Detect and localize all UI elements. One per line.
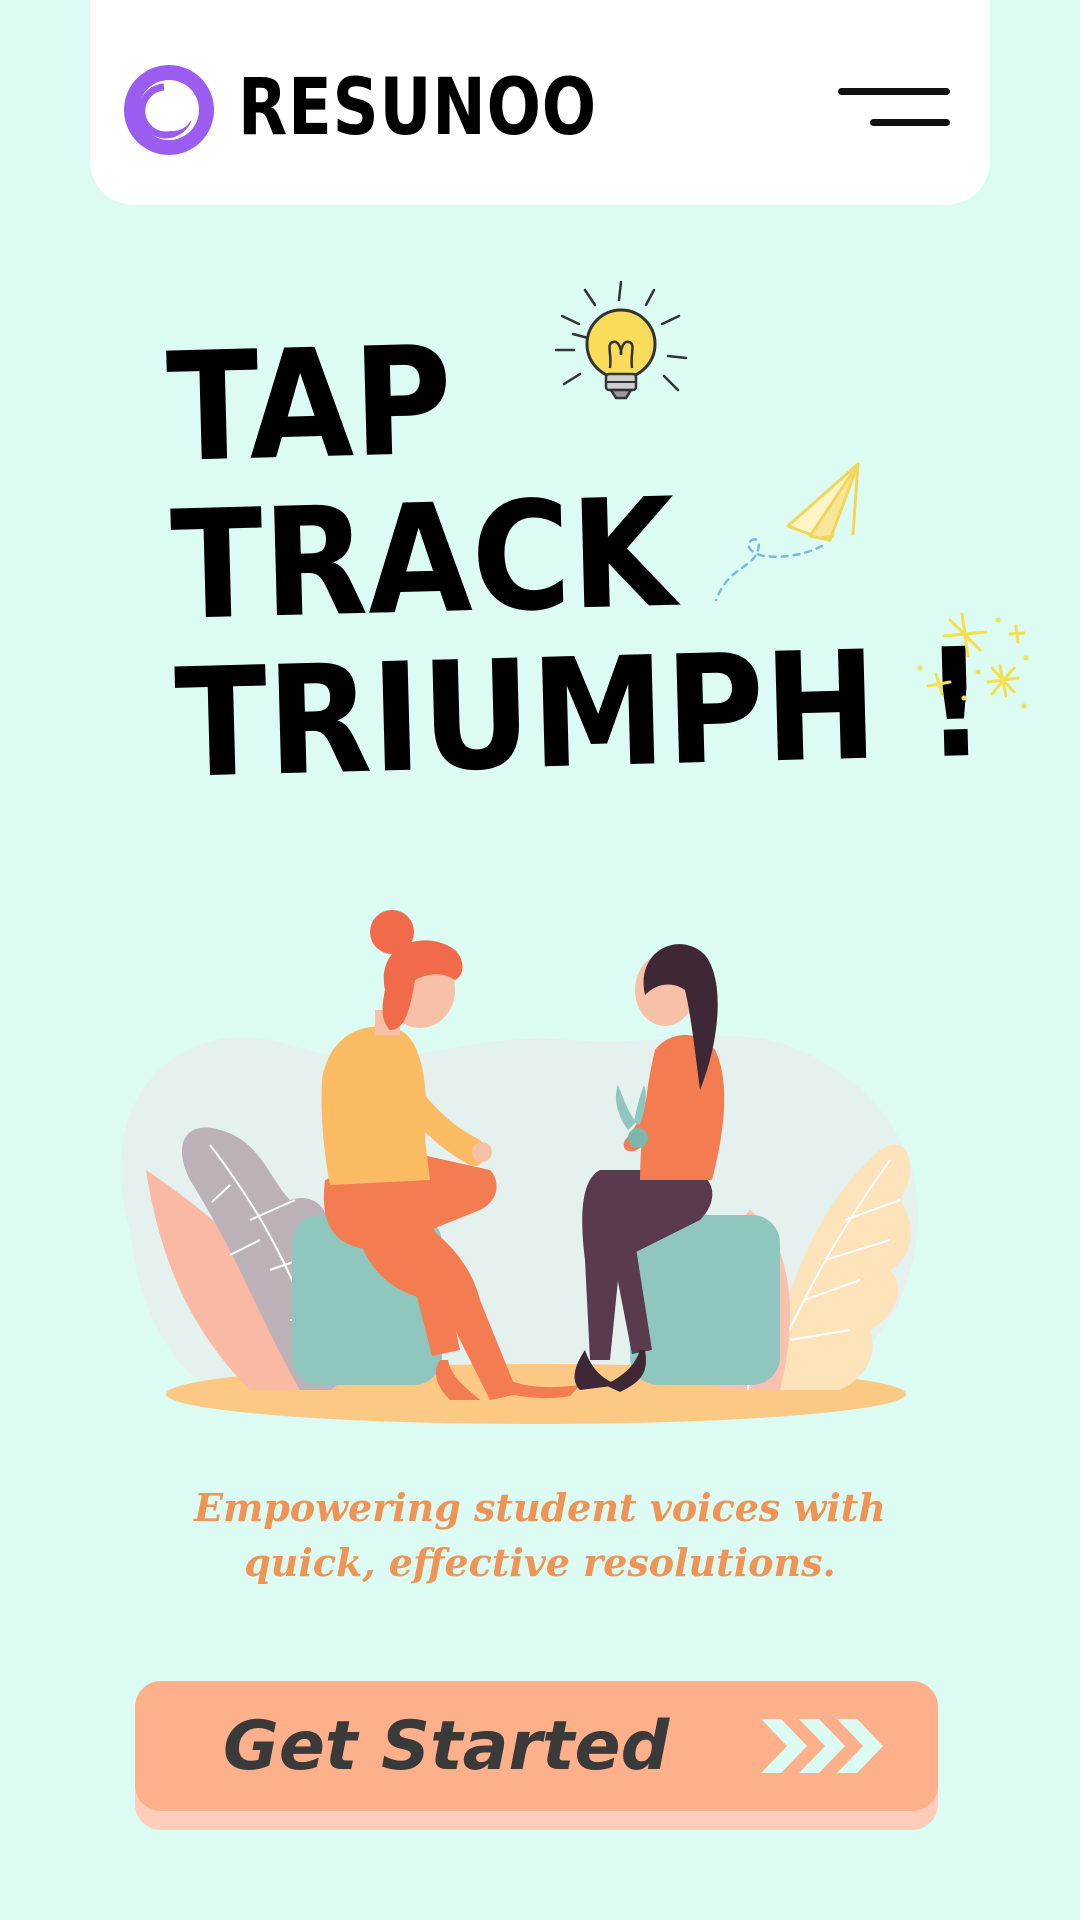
- get-started-button[interactable]: Get Started: [135, 1681, 938, 1811]
- lightbulb-icon: [554, 280, 688, 400]
- conversation-illustration: [120, 910, 919, 1424]
- tagline-line-2: quick, effective resolutions.: [244, 1540, 836, 1585]
- brand-name: RESUNOO: [238, 63, 597, 153]
- sparkle-icon: [917, 612, 1029, 709]
- hamburger-menu-icon[interactable]: [832, 80, 952, 140]
- ring-logo-icon[interactable]: [124, 65, 214, 155]
- get-started-label: Get Started: [223, 1707, 670, 1786]
- tagline-line-1: Empowering student voices with: [194, 1485, 886, 1530]
- tagline: Empowering student voices with quick, ef…: [140, 1480, 940, 1590]
- paper-plane-icon: [714, 462, 860, 602]
- triple-chevron-right-icon: [761, 1719, 883, 1773]
- hero-line-3: TRIUMPH !: [173, 616, 989, 812]
